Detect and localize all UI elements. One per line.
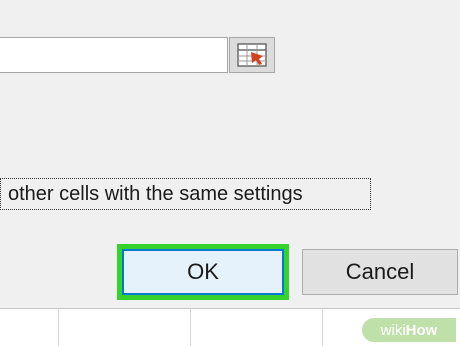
column-gridline — [190, 309, 191, 346]
collapse-dialog-icon — [237, 43, 267, 67]
cancel-button[interactable]: Cancel — [302, 249, 458, 295]
ok-button[interactable]: OK — [122, 249, 284, 295]
wikihow-watermark: wiki How — [362, 318, 456, 342]
apply-to-all-label[interactable]: other cells with the same settings — [0, 178, 371, 210]
collapse-dialog-button[interactable] — [229, 37, 275, 73]
reference-input[interactable] — [0, 37, 228, 73]
apply-to-all-checkbox[interactable]: other cells with the same settings — [0, 176, 375, 212]
watermark-wiki: wiki — [380, 321, 406, 339]
column-gridline — [58, 309, 59, 346]
watermark-how: How — [405, 321, 438, 339]
column-gridline — [322, 309, 323, 346]
data-validation-dialog: other cells with the same settings OK Ca… — [0, 0, 460, 308]
